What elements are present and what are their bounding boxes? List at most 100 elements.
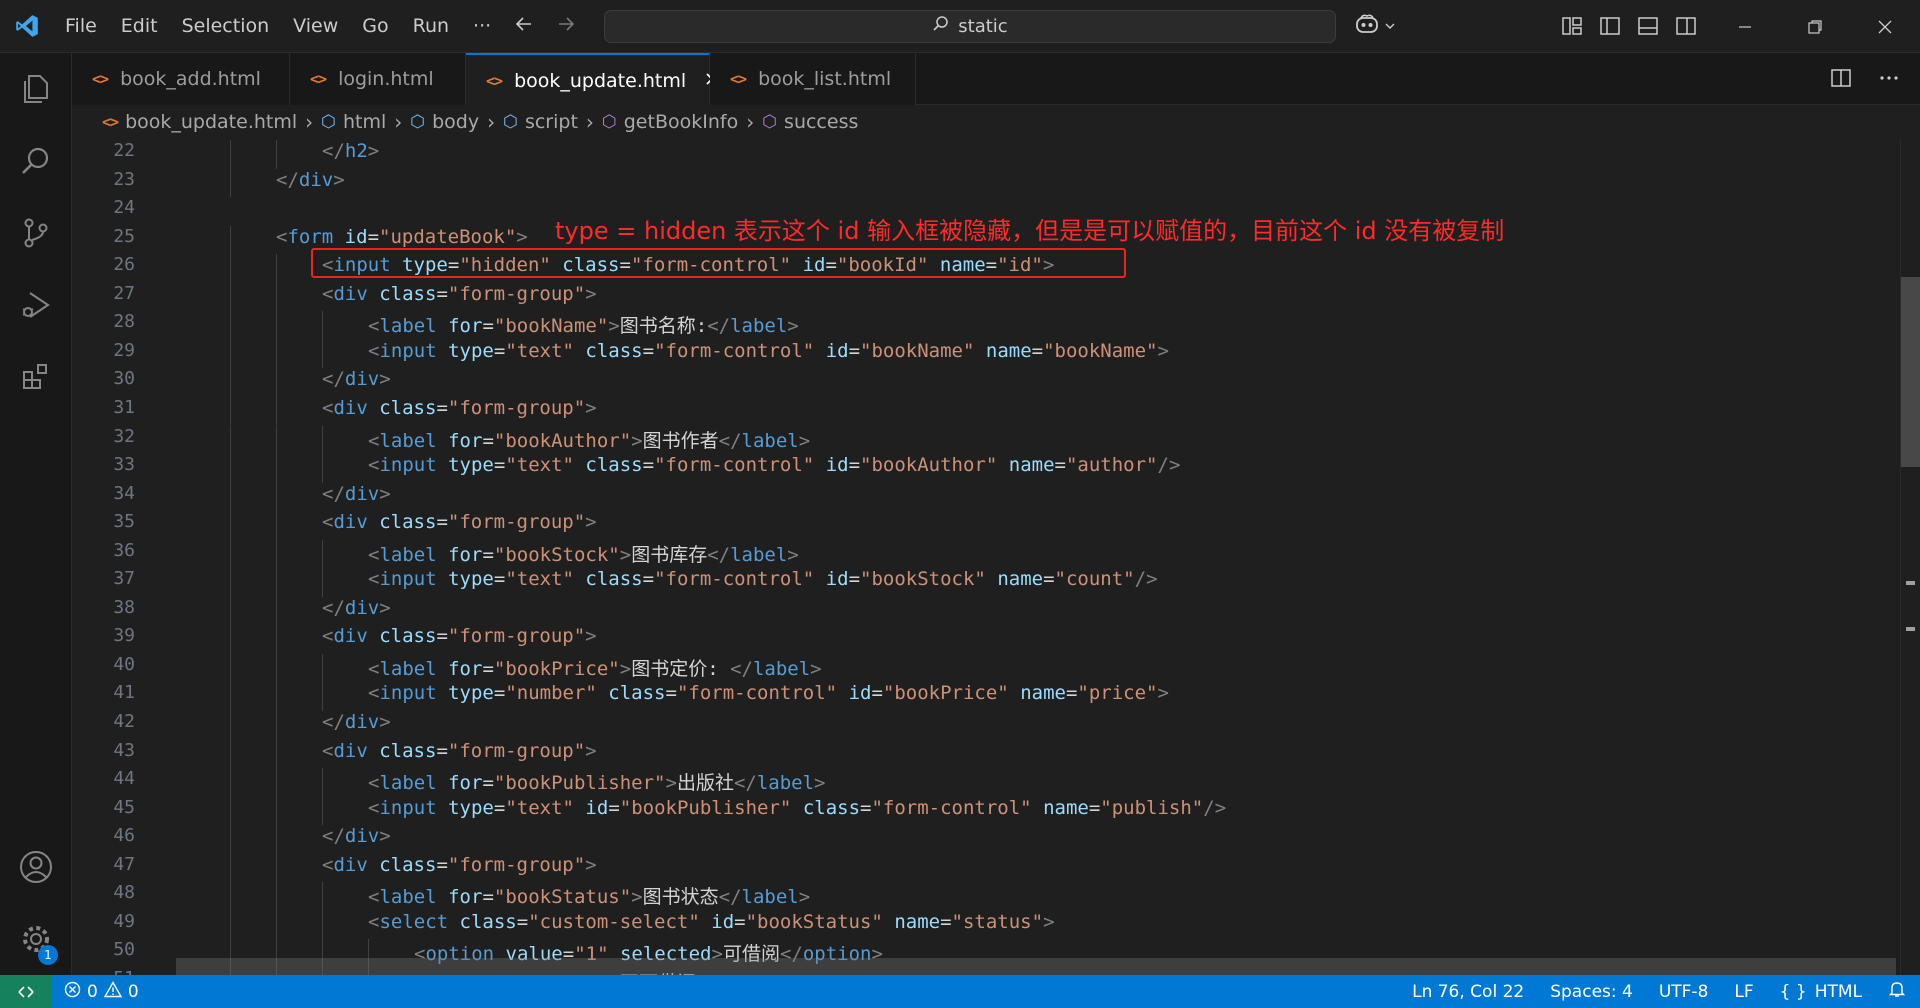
code-line: <label for="bookPrice">图书定价: </label> (368, 654, 822, 681)
go-back-icon[interactable] (514, 0, 534, 53)
run-and-debug-icon[interactable] (0, 269, 72, 341)
menu-file[interactable]: File (53, 0, 109, 53)
code-token: < (368, 568, 380, 591)
code-line: <div class="form-group"> (322, 283, 597, 305)
breadcrumb-label: success (784, 111, 859, 133)
code-token: > (333, 168, 345, 191)
breadcrumb-script[interactable]: ⬡ script (503, 111, 578, 133)
horizontal-scrollbar[interactable] (176, 958, 1896, 975)
command-center-search[interactable]: static (604, 10, 1336, 43)
vertical-scrollbar-thumb[interactable] (1901, 277, 1920, 467)
source-control-icon[interactable] (0, 197, 72, 269)
menu-view[interactable]: View (281, 0, 350, 53)
tab-book-add[interactable]: <> book_add.html (72, 53, 290, 105)
explorer-icon[interactable] (0, 53, 72, 125)
tab-book-list[interactable]: <> book_list.html (710, 53, 916, 105)
code-token: = (1043, 568, 1055, 591)
code-line: <label for="bookName">图书名称:</label> (368, 311, 799, 338)
indent-guide (276, 482, 277, 512)
code-token: </ (730, 657, 753, 680)
indent-guide (230, 539, 231, 569)
eol-setting[interactable]: LF (1734, 982, 1753, 1002)
code-token: = (860, 796, 872, 819)
editor-tab-bar: <> book_add.html <> login.html <> book_u… (72, 53, 1920, 106)
code-token: < (368, 772, 380, 795)
more-actions-icon[interactable] (1878, 67, 1900, 93)
close-window-icon[interactable] (1850, 0, 1920, 53)
breadcrumb-label: body (432, 111, 480, 133)
code-token: id (344, 225, 368, 248)
toggle-secondary-sidebar-icon[interactable] (1674, 14, 1698, 42)
menu-go[interactable]: Go (350, 0, 400, 53)
encoding-setting[interactable]: UTF-8 (1659, 982, 1709, 1002)
code-token: "text" (505, 339, 574, 362)
breadcrumb-file[interactable]: <> book_update.html (102, 111, 297, 133)
code-token: < (322, 511, 334, 534)
code-token: > (1157, 682, 1169, 705)
split-editor-icon[interactable] (1830, 67, 1852, 93)
manage-gear-icon[interactable]: 1 (0, 903, 72, 975)
tab-book-update[interactable]: <> book_update.html (466, 53, 718, 106)
code-token: div (344, 482, 380, 505)
toggle-panel-icon[interactable] (1636, 14, 1660, 42)
code-token: "bookName" (860, 339, 975, 362)
line-number: 49 (113, 910, 135, 932)
copilot-button[interactable] (1354, 12, 1396, 40)
overview-ruler-marker (1906, 581, 1915, 585)
code-token: = (493, 454, 506, 477)
indentation-setting[interactable]: Spaces: 4 (1550, 982, 1633, 1002)
line-number: 22 (113, 140, 135, 161)
code-token: div (333, 396, 368, 419)
breadcrumb-getbookinfo[interactable]: ⬡ getBookInfo (602, 111, 738, 133)
code-token: label (379, 315, 437, 338)
notifications-bell-icon[interactable] (1888, 980, 1906, 1003)
tab-login[interactable]: <> login.html (290, 53, 466, 105)
indent-guide (322, 311, 323, 340)
vertical-scrollbar-track[interactable] (1900, 139, 1920, 975)
code-token: class (585, 454, 643, 477)
problems-status[interactable]: 0 0 (52, 980, 139, 1003)
code-line: <div class="form-group"> (322, 854, 597, 876)
code-token: type (448, 568, 494, 591)
toggle-primary-sidebar-icon[interactable] (1598, 14, 1622, 42)
html-file-icon: <> (730, 70, 747, 88)
breadcrumb-html[interactable]: ⬡ html (321, 111, 386, 133)
code-token: > (787, 543, 799, 566)
language-label: HTML (1814, 981, 1862, 1002)
go-forward-icon[interactable] (556, 0, 576, 53)
code-token: div (298, 168, 334, 191)
remote-window-icon[interactable] (0, 975, 52, 1008)
code-token: label (379, 886, 437, 909)
search-icon[interactable] (0, 125, 72, 197)
code-token: < (368, 315, 380, 338)
customize-layout-icon[interactable] (1560, 14, 1584, 42)
search-icon (932, 15, 950, 38)
accounts-icon[interactable] (0, 831, 72, 903)
minimize-icon[interactable] (1710, 0, 1780, 53)
language-mode[interactable]: { } HTML (1780, 982, 1862, 1002)
code-token: "custom-select" (528, 910, 700, 933)
menu-more[interactable]: ··· (461, 0, 503, 53)
code-editor[interactable]: 22 23 24 25 26 27 28 29 30 31 32 33 34 35 36 37 38 39 40 41… (72, 139, 1920, 975)
code-token: id (825, 568, 849, 591)
code-token: "form-control" (871, 796, 1032, 819)
breadcrumb-body[interactable]: ⬡ body (410, 111, 479, 133)
code-token: label (741, 886, 799, 909)
breadcrumb-success[interactable]: ⬡ success (762, 111, 858, 133)
code-line: <label for="bookPublisher">出版社</label> (368, 768, 826, 795)
code-token: > (516, 225, 528, 248)
cursor-position[interactable]: Ln 76, Col 22 (1412, 982, 1524, 1002)
menu-edit[interactable]: Edit (109, 0, 170, 53)
line-number: 40 (113, 653, 135, 675)
line-number: 27 (113, 282, 135, 304)
restore-icon[interactable] (1780, 0, 1850, 53)
menu-selection[interactable]: Selection (170, 0, 282, 53)
code-line: <label for="bookStatus">图书状态</label> (368, 882, 810, 909)
extensions-icon[interactable] (0, 341, 72, 413)
code-token: </ (707, 315, 731, 338)
menu-run[interactable]: Run (401, 0, 461, 53)
